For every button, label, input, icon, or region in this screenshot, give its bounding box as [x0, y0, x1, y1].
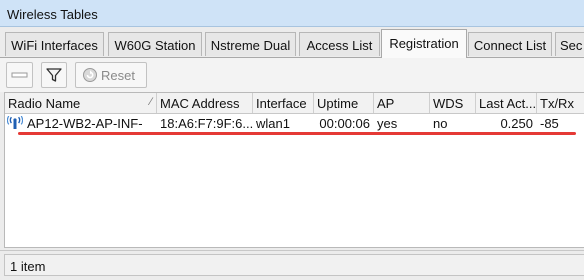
column-label: Tx/Rx: [540, 96, 574, 111]
column-label: AP: [377, 96, 395, 111]
window-titlebar: Wireless Tables: [0, 0, 584, 27]
reset-label: Reset: [101, 68, 135, 83]
cell-tx-rx: -85: [537, 114, 584, 132]
filter-icon: [46, 68, 62, 82]
cell-interface: wlan1: [253, 114, 314, 132]
minus-icon: [11, 72, 28, 78]
tab-label: Connect List: [473, 38, 547, 53]
cell-ap: yes: [374, 114, 430, 132]
tab-label: WiFi Interfaces: [11, 38, 98, 53]
col-tx-rx[interactable]: Tx/Rx: [537, 93, 584, 113]
remove-button[interactable]: [6, 62, 33, 88]
registration-table: Radio Name ∕ MAC Address Interface Uptim…: [4, 92, 584, 248]
tab-access-list[interactable]: Access List: [299, 32, 380, 56]
highlight-underline: [18, 132, 576, 135]
toolbar: Reset: [0, 58, 584, 92]
tab-label: Access List: [306, 38, 373, 53]
reset-button[interactable]: Reset: [75, 62, 147, 88]
cell-wds: no: [430, 114, 476, 132]
tx-rx-value: -85: [540, 116, 559, 131]
last-activity-value: 0.250: [500, 116, 533, 131]
column-label: MAC Address: [160, 96, 240, 111]
tab-label: Sec: [560, 38, 583, 53]
tab-security-truncated[interactable]: Sec: [555, 32, 584, 56]
tab-label: W60G Station: [114, 38, 196, 53]
filter-button[interactable]: [41, 62, 67, 88]
cell-uptime: 00:00:06: [314, 114, 374, 132]
tab-label: Nstreme Dual: [210, 38, 291, 53]
column-label: Interface: [256, 96, 307, 111]
tab-nstreme-dual[interactable]: Nstreme Dual: [205, 32, 296, 56]
column-label: WDS: [433, 96, 464, 111]
item-count: 1 item: [4, 254, 584, 276]
col-mac-address[interactable]: MAC Address: [157, 93, 253, 113]
wireless-client-icon: [7, 116, 23, 129]
col-interface[interactable]: Interface: [253, 93, 314, 113]
col-uptime[interactable]: Uptime: [314, 93, 374, 113]
tab-label: Registration: [389, 36, 459, 51]
cell-mac-address: 18:A6:F7:9F:6...: [157, 114, 253, 132]
radio-name-value: AP12-WB2-AP-INF-: [27, 116, 143, 131]
tab-registration[interactable]: Registration: [381, 29, 467, 58]
cell-radio-name: AP12-WB2-AP-INF-: [5, 114, 157, 132]
item-count-label: 1 item: [10, 259, 46, 274]
uptime-value: 00:00:06: [319, 116, 370, 131]
table-header: Radio Name ∕ MAC Address Interface Uptim…: [5, 93, 584, 114]
tab-connect-list[interactable]: Connect List: [468, 32, 552, 56]
col-radio-name[interactable]: Radio Name ∕: [5, 93, 157, 113]
col-last-activity[interactable]: Last Act...: [476, 93, 537, 113]
reset-icon: [83, 68, 97, 82]
column-label: Uptime: [317, 96, 359, 111]
status-bar: 1 item: [0, 250, 584, 280]
tab-w60g-station[interactable]: W60G Station: [108, 32, 202, 56]
wds-value: no: [433, 116, 448, 131]
sort-icon: ∕: [150, 96, 152, 108]
col-wds[interactable]: WDS: [430, 93, 476, 113]
col-ap[interactable]: AP: [374, 93, 430, 113]
tab-strip: WiFi Interfaces W60G Station Nstreme Dua…: [0, 29, 584, 58]
table-row[interactable]: AP12-WB2-AP-INF- 18:A6:F7:9F:6... wlan1 …: [5, 114, 584, 132]
window-title: Wireless Tables: [7, 7, 98, 22]
cell-last-activity: 0.250: [476, 114, 537, 132]
column-label: Last Act...: [479, 96, 537, 111]
column-label: Radio Name: [8, 96, 81, 111]
interface-value: wlan1: [256, 116, 290, 131]
mac-address-value: 18:A6:F7:9F:6...: [160, 116, 253, 131]
tab-wifi-interfaces[interactable]: WiFi Interfaces: [5, 32, 104, 56]
ap-value: yes: [377, 116, 398, 131]
